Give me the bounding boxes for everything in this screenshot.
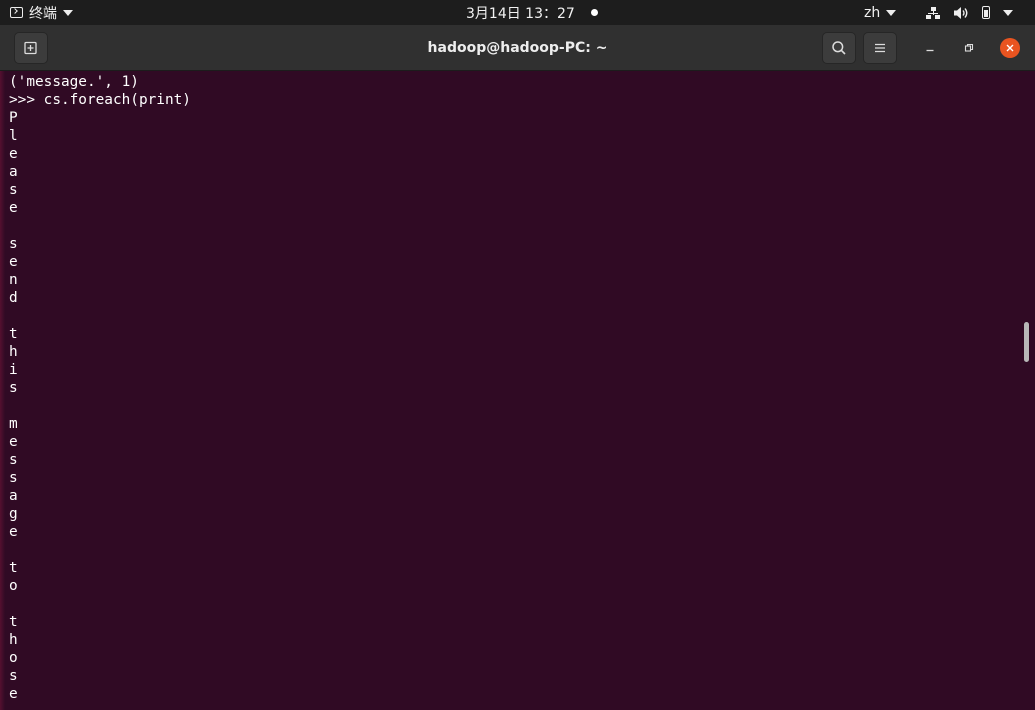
app-menu-label: 终端 xyxy=(29,5,57,22)
terminal-line: e xyxy=(9,254,18,270)
terminal-line: ('message.', 1) xyxy=(9,74,139,90)
terminal-line: e xyxy=(9,146,18,162)
speaker-icon xyxy=(954,6,968,19)
terminal-line: n xyxy=(9,272,18,288)
battery-icon xyxy=(982,6,990,19)
input-method-label: zh xyxy=(864,4,881,21)
new-tab-button[interactable] xyxy=(14,32,48,64)
terminal-line: e xyxy=(9,434,18,450)
input-method-menu[interactable]: zh xyxy=(864,0,897,25)
terminal-line: s xyxy=(9,452,18,468)
terminal-line: a xyxy=(9,164,18,180)
terminal-line: o xyxy=(9,650,18,666)
close-button[interactable] xyxy=(1000,38,1020,58)
search-button[interactable] xyxy=(822,32,856,64)
terminal-line: t xyxy=(9,326,18,342)
terminal-line: t xyxy=(9,614,18,630)
terminal-icon xyxy=(10,7,23,18)
close-icon xyxy=(1006,44,1014,52)
app-menu[interactable]: 终端 xyxy=(10,0,73,25)
terminal-line: h xyxy=(9,632,18,648)
window-headerbar: hadoop@hadoop-PC: ~ xyxy=(0,25,1035,71)
minimize-icon xyxy=(926,49,934,52)
terminal-line: a xyxy=(9,488,18,504)
terminal-line: l xyxy=(9,128,18,144)
terminal-line: e xyxy=(9,524,18,540)
terminal-line: m xyxy=(9,416,18,432)
terminal-line: h xyxy=(9,344,18,360)
clock-label: 3月14日 13：27 xyxy=(466,5,575,22)
new-tab-icon xyxy=(24,41,37,55)
restore-icon xyxy=(964,43,974,52)
maximize-button[interactable] xyxy=(959,38,979,58)
terminal-area[interactable]: ('message.', 1) >>> cs.foreach(print) Pl e a… xyxy=(0,71,1035,710)
terminal-line: s xyxy=(9,236,18,252)
chevron-down-icon xyxy=(886,9,897,16)
terminal-line: e xyxy=(9,200,18,216)
terminal-line: g xyxy=(9,506,18,522)
terminal-line: d xyxy=(9,290,18,306)
terminal-line: s xyxy=(9,380,18,396)
terminal-output: ('message.', 1) >>> cs.foreach(print) Pl e a… xyxy=(9,73,191,703)
terminal-line: P xyxy=(9,110,18,126)
terminal-line: t xyxy=(9,560,18,576)
terminal-line: i xyxy=(9,362,18,378)
chevron-down-icon xyxy=(63,9,73,16)
hamburger-menu-icon xyxy=(875,43,885,53)
minimize-button[interactable] xyxy=(920,38,940,58)
clock[interactable]: 3月14日 13：27 xyxy=(466,0,598,25)
menu-button[interactable] xyxy=(863,32,897,64)
system-menu[interactable] xyxy=(926,0,1013,25)
search-icon xyxy=(832,41,846,55)
terminal-line: o xyxy=(9,578,18,594)
terminal-line: s xyxy=(9,470,18,486)
window-left-edge xyxy=(0,71,5,710)
terminal-line: s xyxy=(9,668,18,684)
terminal-line: e xyxy=(9,686,18,702)
top-bar: 终端 3月14日 13：27 zh xyxy=(0,0,1035,25)
terminal-line: s xyxy=(9,182,18,198)
chevron-down-icon xyxy=(1003,9,1013,16)
notification-dot-icon xyxy=(590,9,598,16)
terminal-line: >>> cs.foreach(print) xyxy=(9,92,191,108)
scrollbar-thumb[interactable] xyxy=(1024,322,1029,362)
network-icon xyxy=(926,6,940,19)
